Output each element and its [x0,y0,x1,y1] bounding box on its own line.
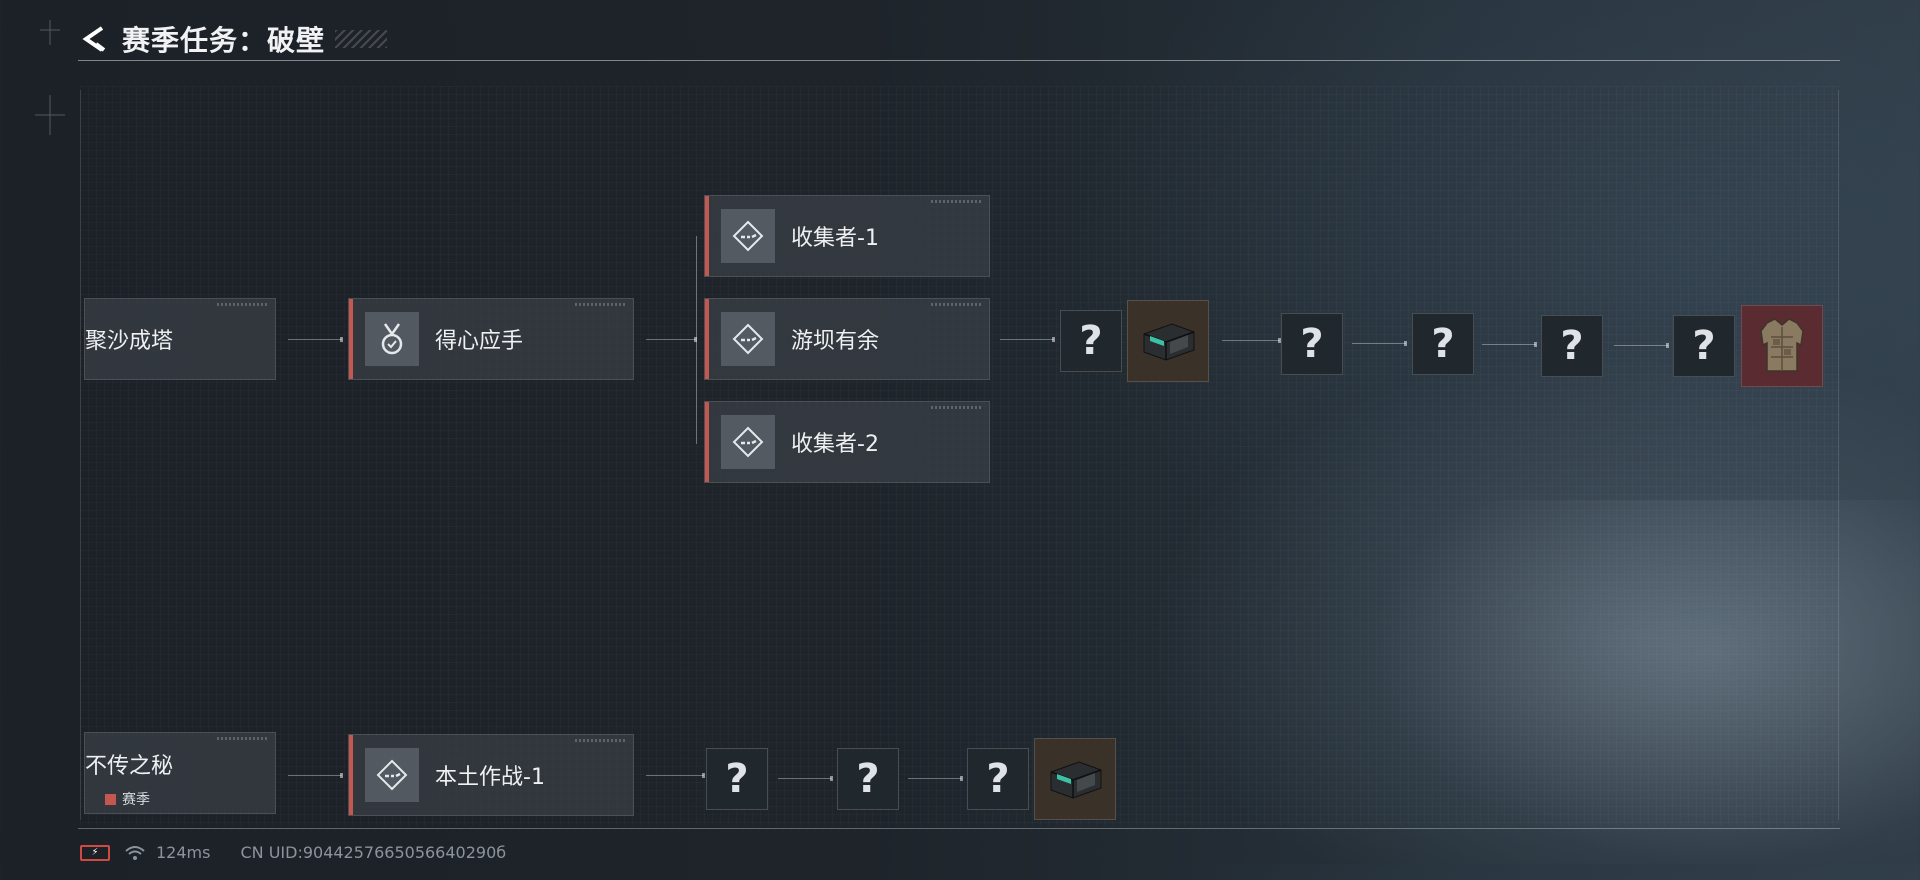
connector [646,773,705,778]
task-label: 游坝有余 [791,329,880,354]
frame-right-edge [1838,90,1839,820]
reward-unknown[interactable]: ? [1060,310,1122,372]
reward-unknown[interactable]: ? [837,748,899,810]
season-tag-swatch [105,793,116,805]
uid-label: CN UID:9044257665056640290б [240,843,507,862]
back-button[interactable] [78,22,112,56]
connector [646,337,697,342]
connector [1482,342,1537,347]
supply-case-icon [1143,323,1195,361]
frame-left-edge [80,90,81,820]
accent-bar [705,196,709,276]
medal-icon [365,312,419,366]
task-card-main-row2[interactable]: 本土作战-1 [348,734,634,816]
page-title: 赛季任务：破壁 [122,24,326,57]
task-card-branch-2[interactable]: 游坝有余 [704,298,990,380]
accent-bar [349,299,353,379]
connector [1352,341,1407,346]
reward-unknown[interactable]: ? [1281,313,1343,375]
connector [288,337,343,342]
task-label: 聚沙成塔 [85,329,174,354]
page-header: 赛季任务：破壁 [78,18,388,60]
battery-charging-icon: ⚡ [80,844,110,861]
branch-connector [696,236,697,444]
reward-unknown[interactable]: ? [967,748,1029,810]
footer-divider [78,828,1840,829]
diamond-dots-icon [721,415,775,469]
diamond-dots-icon [365,748,419,802]
ping-value: 124ms [156,843,211,862]
task-card-prev-row1[interactable]: 聚沙成塔 [84,298,276,380]
connector [1222,338,1281,343]
task-label: 收集者-1 [791,226,879,251]
status-bar: ⚡ 124ms CN UID:9044257665056640290б [80,843,506,862]
season-tag: 赛季 [105,789,150,809]
reward-unknown[interactable]: ? [1541,315,1603,377]
task-label: 本土作战-1 [435,765,545,790]
connector [908,776,963,781]
task-card-main-row1[interactable]: 得心应手 [348,298,634,380]
connector [778,776,833,781]
accent-bar [705,402,709,482]
back-arrow-icon [82,26,106,52]
reward-unknown[interactable]: ? [706,748,768,810]
connector [1000,337,1055,342]
supply-case-icon [1050,761,1102,799]
task-label: 收集者-2 [791,432,879,457]
reward-unknown[interactable]: ? [1673,315,1735,377]
corner-decoration [35,20,65,135]
wifi-icon [125,845,145,860]
task-card-branch-3[interactable]: 收集者-2 [704,401,990,483]
task-label: 得心应手 [435,329,524,354]
reward-supply-case[interactable] [1127,300,1209,382]
task-card-branch-1[interactable]: 收集者-1 [704,195,990,277]
body-armor-icon [1760,318,1804,372]
diamond-dots-icon [721,209,775,263]
season-tag-label: 赛季 [122,792,150,808]
reward-supply-case[interactable] [1034,738,1116,820]
task-label: 不传之秘 [85,754,174,779]
reward-unknown[interactable]: ? [1412,313,1474,375]
connector [288,773,343,778]
connector [1614,343,1669,348]
reward-body-armor[interactable] [1741,305,1823,387]
diamond-dots-icon [721,312,775,366]
accent-bar [349,735,353,815]
title-hatch-decoration [335,30,388,48]
header-divider [78,60,1840,61]
accent-bar [705,299,709,379]
background-storm [1340,500,1920,880]
